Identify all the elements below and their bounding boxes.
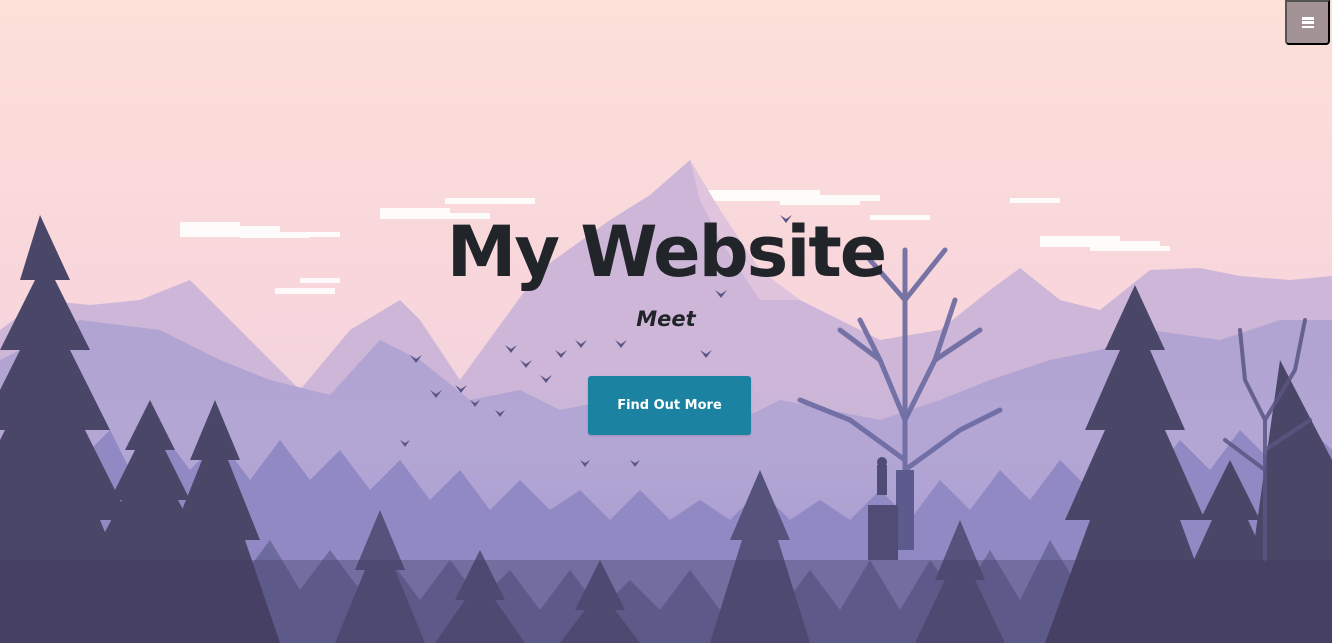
site-title: My Website [446,211,888,293]
site-subtitle: Meet [636,307,696,331]
hero-content: My Website Meet Find Out More [0,0,1332,643]
hero-section: My Website Meet Find Out More [0,0,1332,643]
find-out-more-button[interactable]: Find Out More [588,376,751,435]
